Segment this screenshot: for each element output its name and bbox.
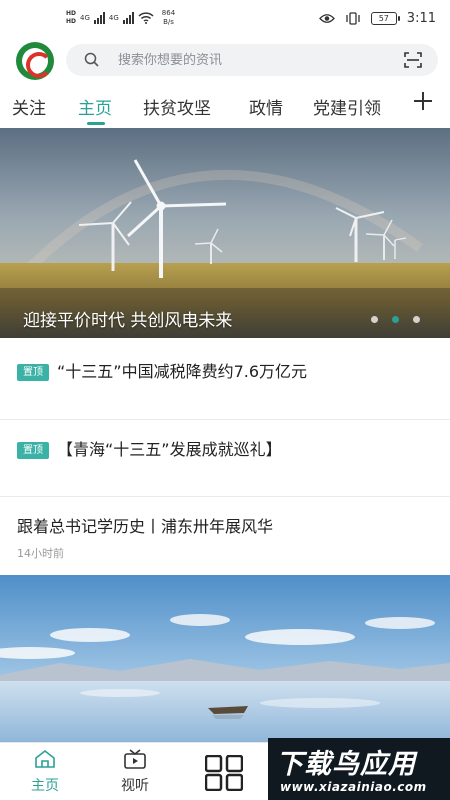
channel-tabs: 关注 主页 扶贫攻坚 政情 党建引领 (0, 84, 450, 128)
carousel-dot-active (392, 316, 399, 323)
net-speed-unit: B/s (163, 18, 174, 26)
hd-indicator: HD HD (66, 10, 76, 26)
carousel-dot (413, 316, 420, 323)
news-title: “十三五”中国减税降费约7.6万亿元 (57, 362, 308, 381)
search-icon (84, 52, 99, 67)
tab-home[interactable]: 主页 (78, 94, 112, 119)
add-channel-icon[interactable] (412, 90, 434, 112)
news-title-row: 置顶 【青海“十三五”发展成就巡礼】 (17, 436, 282, 460)
vibrate-icon (346, 12, 360, 25)
watermark-title: 下载鸟应用 (276, 749, 416, 780)
banner-carousel[interactable]: 迎接平价时代 共创风电未来 (0, 128, 450, 338)
tab-follow[interactable]: 关注 (12, 94, 46, 119)
carousel-dot (371, 316, 378, 323)
nav-home-label: 主页 (31, 778, 59, 794)
grid-icon[interactable] (205, 755, 243, 791)
signal-bars-icon (93, 12, 105, 24)
search-bar[interactable] (66, 44, 438, 76)
lake-image[interactable] (0, 575, 450, 742)
search-input[interactable] (118, 44, 388, 76)
news-app-logo[interactable] (16, 42, 54, 80)
carousel-indicator (371, 316, 420, 323)
news-title-row: 置顶 “十三五”中国减税降费约7.6万亿元 (17, 358, 307, 382)
banner-caption[interactable]: 迎接平价时代 共创风电未来 (23, 306, 232, 331)
watermark: 下载鸟应用 www.xiazainiao.com (268, 738, 450, 800)
status-left: HD HD 4G 4G 864 B/s (66, 9, 175, 27)
eye-icon (318, 14, 335, 23)
nav-video[interactable]: 视听 (90, 743, 180, 800)
wifi-icon (138, 12, 154, 24)
news-title: 【青海“十三五”发展成就巡礼】 (57, 440, 282, 459)
nav-video-label: 视听 (121, 778, 149, 794)
news-item[interactable]: 跟着总书记学历史丨浦东卅年展风华 14小时前 (0, 497, 450, 575)
clock: 3:11 (406, 11, 436, 26)
scan-icon[interactable] (404, 52, 422, 68)
signal-bars-icon (122, 12, 134, 24)
home-icon (35, 749, 55, 768)
lake-landscape-image (0, 575, 450, 742)
pinned-badge: 置顶 (17, 442, 49, 459)
hd-top: HD (66, 10, 77, 17)
battery-icon: 57 (370, 12, 400, 25)
news-item-pinned[interactable]: 置顶 【青海“十三五”发展成就巡礼】 (0, 420, 450, 497)
net-speed-value: 864 (161, 9, 176, 17)
app-header (0, 40, 450, 84)
watermark-url: www.xiazainiao.com (280, 780, 427, 794)
news-item-pinned[interactable]: 置顶 “十三五”中国减税降费约7.6万亿元 (0, 340, 450, 420)
status-right: 57 3:11 (318, 11, 436, 26)
signal-label-2: 4G (108, 14, 119, 22)
signal-label-1: 4G (80, 14, 90, 22)
video-icon (124, 749, 146, 769)
news-timestamp: 14小时前 (17, 547, 64, 560)
nav-home[interactable]: 主页 (0, 743, 90, 800)
pinned-badge: 置顶 (17, 364, 49, 381)
news-title: 跟着总书记学历史丨浦东卅年展风华 (17, 517, 274, 536)
network-speed: 864 B/s (162, 9, 175, 27)
tab-politics[interactable]: 政情 (249, 94, 283, 119)
hd-bottom: HD (66, 18, 77, 25)
tab-party-building[interactable]: 党建引领 (313, 94, 381, 119)
tab-poverty-alleviation[interactable]: 扶贫攻坚 (143, 94, 211, 119)
active-tab-indicator (87, 122, 105, 125)
status-bar: HD HD 4G 4G 864 B/s 57 3:11 (0, 0, 450, 40)
